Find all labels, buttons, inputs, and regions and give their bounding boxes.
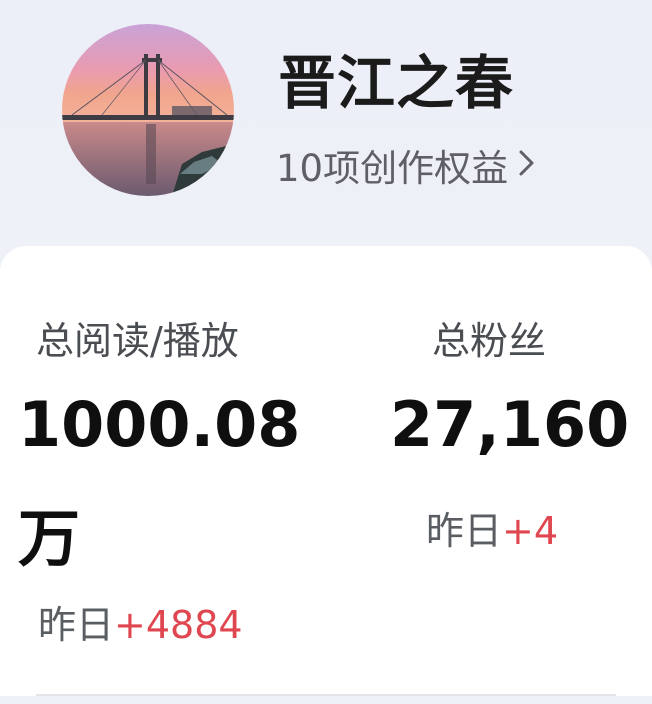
fans-yesterday: 昨日+4 (426, 500, 558, 555)
perks-link[interactable]: 10项创作权益 (276, 138, 536, 192)
fans-label: 总粉丝 (432, 319, 547, 363)
divider (36, 694, 616, 696)
reads-unit: 万 (18, 502, 81, 575)
reads-yesterday-label: 昨日 (38, 603, 115, 647)
fans-value: 27,160 (390, 388, 630, 461)
fans-yesterday-delta: +4 (502, 509, 559, 553)
avatar[interactable] (62, 24, 234, 196)
profile-header: 晋江之春 10项创作权益 (0, 0, 652, 250)
bridge-sunset-avatar-icon (62, 24, 234, 196)
reads-yesterday: 昨日+4884 (38, 594, 243, 649)
profile-name: 晋江之春 (278, 49, 515, 117)
reads-value: 1000.08 (18, 388, 301, 461)
reads-label: 总阅读/播放 (36, 319, 239, 363)
reads-yesterday-delta: +4884 (114, 603, 243, 647)
chevron-right-icon (518, 144, 536, 187)
fans-yesterday-label: 昨日 (426, 509, 503, 553)
perks-label: 10项创作权益 (276, 147, 509, 190)
